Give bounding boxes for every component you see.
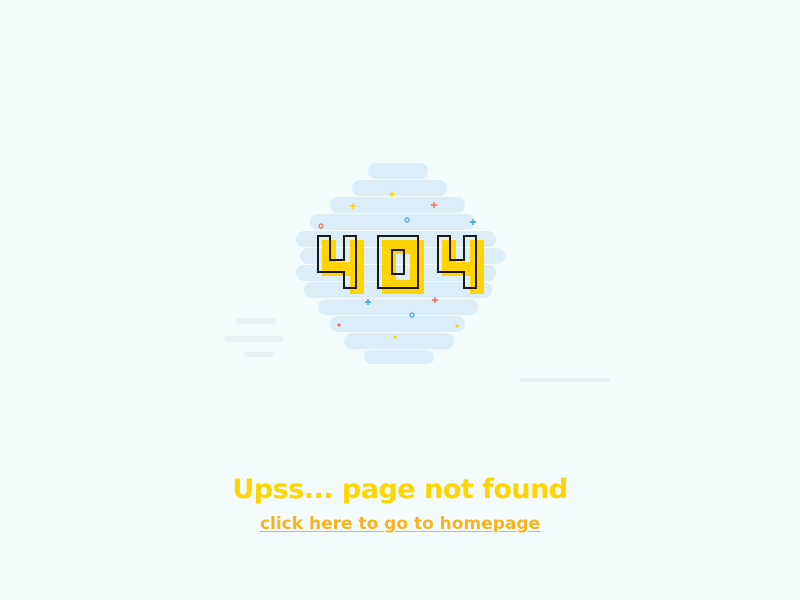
homepage-link-container: click here to go to homepage [0,514,800,534]
error-page: 404 Upss... page not found click here to… [0,0,800,600]
404-illustration: 404 [224,163,610,382]
error-message: Upss... page not found [232,474,568,505]
homepage-link[interactable]: click here to go to homepage [260,514,540,534]
